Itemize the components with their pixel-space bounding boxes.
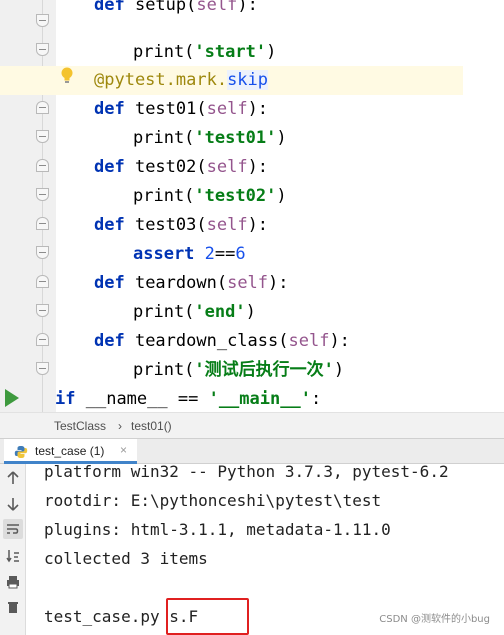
code-line: print('start') [133,42,277,62]
fold-end-icon[interactable] [36,43,49,56]
code-line: print('end') [133,302,256,322]
tab-test-case[interactable]: test_case (1) × [4,439,137,464]
run-icon[interactable] [5,389,19,407]
fold-end-icon[interactable] [36,188,49,201]
breadcrumb-method[interactable]: test01() [131,419,172,433]
run-tab-bar: test_case (1) × [0,438,504,464]
code-line: print('测试后执行一次') [133,360,345,380]
soft-wrap-icon[interactable] [3,519,23,539]
code-line: def test03(self): [94,215,269,235]
fold-start-icon[interactable] [36,159,49,172]
code-line: def teardown_class(self): [94,331,350,351]
fold-end-icon[interactable] [36,130,49,143]
console-line: rootdir: E:\pythonceshi\pytest\test [44,491,382,510]
console-line: plugins: html-3.1.1, metadata-1.11.0 [44,520,391,539]
bulb-icon[interactable] [60,67,74,85]
print-icon[interactable] [3,572,23,592]
fold-end-icon[interactable] [36,362,49,375]
python-icon [14,446,28,458]
up-icon[interactable] [3,468,23,488]
code-line: assert 2==6 [133,244,246,264]
console-line: platform win32 -- Python 3.7.3, pytest-6… [44,464,449,481]
tab-label: test_case (1) [35,444,105,458]
code-line: def teardown(self): [94,273,289,293]
console-output[interactable]: platform win32 -- Python 3.7.3, pytest-6… [27,464,504,635]
breadcrumb: TestClass › test01() [0,412,504,438]
code-line: if __name__ == '__main__': [55,389,322,409]
watermark: CSDN @测软件的小bug [379,614,490,625]
code-editor[interactable]: def setup(self): print('start') @pytest.… [0,0,504,412]
delete-icon[interactable] [3,597,23,617]
fold-end-icon[interactable] [36,14,49,27]
fold-end-icon[interactable] [36,304,49,317]
result-highlight-box [166,598,249,635]
close-icon[interactable]: × [120,443,127,457]
code-line: print('test01') [133,128,287,148]
code-line: print('test02') [133,186,287,206]
code-line: def test02(self): [94,157,269,177]
sort-icon[interactable] [3,546,23,566]
breadcrumb-class[interactable]: TestClass [54,419,106,433]
fold-start-icon[interactable] [36,217,49,230]
code-line: def test01(self): [94,99,269,119]
fold-start-icon[interactable] [36,333,49,346]
breadcrumb-separator: › [118,419,122,433]
fold-start-icon[interactable] [36,275,49,288]
fold-end-icon[interactable] [36,246,49,259]
console-line: collected 3 items [44,549,208,568]
code-line: def setup(self): [94,0,258,15]
run-toolbar [0,464,26,635]
down-icon[interactable] [3,494,23,514]
